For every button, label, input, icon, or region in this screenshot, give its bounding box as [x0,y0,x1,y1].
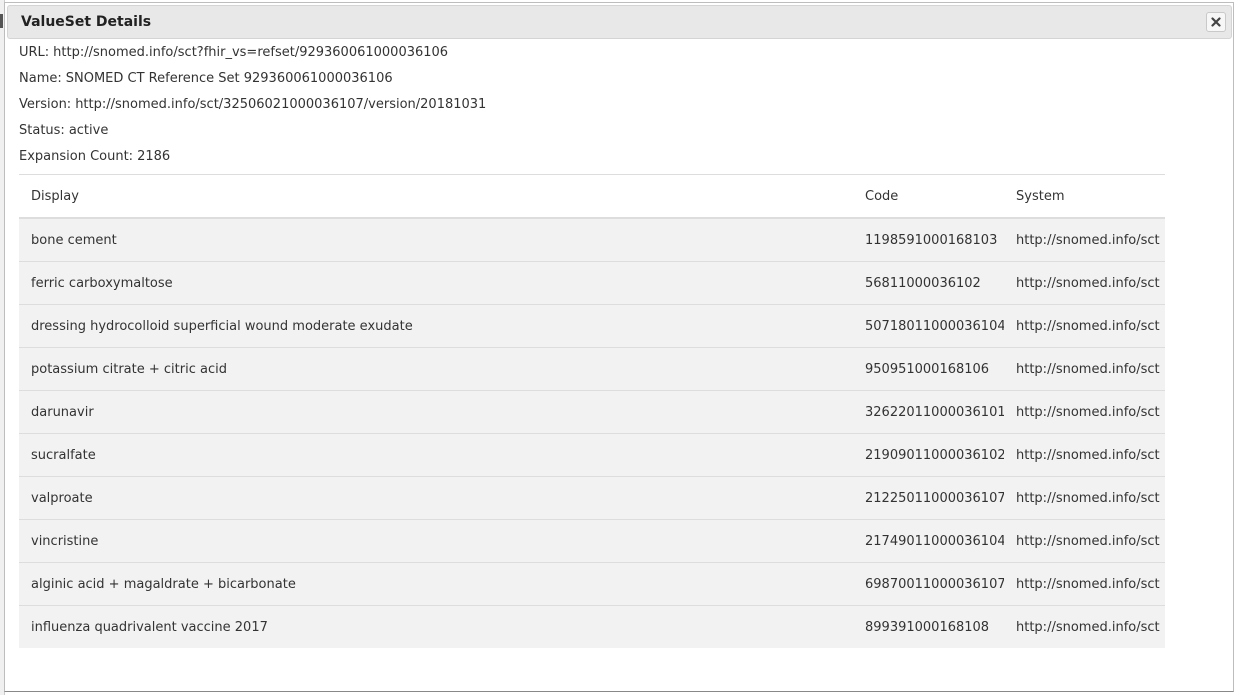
table-row[interactable]: bone cement 1198591000168103 http://snom… [19,218,1165,262]
cell-code: 950951000168106 [853,347,1004,391]
status-value: active [68,123,109,138]
cell-code: 50718011000036104 [853,304,1004,348]
cell-code: 21909011000036102 [853,433,1004,477]
cell-system: http://snomed.info/sct [1004,562,1165,606]
version-value: http://snomed.info/sct/32506021000036107… [75,97,487,112]
cell-code: 21749011000036104 [853,519,1004,563]
cell-display: influenza quadrivalent vaccine 2017 [19,605,853,648]
url-value: http://snomed.info/sct?fhir_vs=refset/92… [53,45,449,60]
name-value: SNOMED CT Reference Set 9293600610000361… [65,71,393,86]
meta-status: Status: active [19,123,108,138]
expansion-count-value: 2186 [137,149,171,164]
background-page-fragment [0,14,3,28]
cell-code: 56811000036102 [853,261,1004,305]
table-row[interactable]: darunavir 32622011000036101 http://snome… [19,390,1165,434]
table-row[interactable]: dressing hydrocolloid superficial wound … [19,304,1165,348]
cell-display: bone cement [19,218,853,262]
meta-expansion-count: Expansion Count: 2186 [19,149,170,164]
cell-display: potassium citrate + citric acid [19,347,853,391]
cell-display: valproate [19,476,853,520]
dialog-title: ValueSet Details [21,14,152,30]
table-row[interactable]: influenza quadrivalent vaccine 2017 8993… [19,605,1165,648]
cell-system: http://snomed.info/sct [1004,347,1165,391]
table-row[interactable]: sucralfate 21909011000036102 http://snom… [19,433,1165,477]
close-button[interactable] [1206,12,1226,32]
dialog-titlebar[interactable]: ValueSet Details [7,5,1232,39]
status-label: Status: [19,123,65,138]
version-label: Version: [19,97,72,112]
column-header-system[interactable]: System [1004,174,1165,219]
meta-url: URL: http://snomed.info/sct?fhir_vs=refse… [19,45,448,60]
cell-system: http://snomed.info/sct [1004,433,1165,477]
table-row[interactable]: alginic acid + magaldrate + bicarbonate … [19,562,1165,606]
name-label: Name: [19,71,62,86]
expansion-count-label: Expansion Count: [19,149,134,164]
cell-display: darunavir [19,390,853,434]
column-header-display[interactable]: Display [19,174,853,219]
cell-display: alginic acid + magaldrate + bicarbonate [19,562,853,606]
table-row[interactable]: ferric carboxymaltose 56811000036102 htt… [19,261,1165,305]
cell-system: http://snomed.info/sct [1004,476,1165,520]
cell-code: 1198591000168103 [853,218,1004,262]
cell-display: dressing hydrocolloid superficial wound … [19,304,853,348]
cell-display: vincristine [19,519,853,563]
cell-display: ferric carboxymaltose [19,261,853,305]
cell-system: http://snomed.info/sct [1004,390,1165,434]
meta-name: Name: SNOMED CT Reference Set 92936006100… [19,71,393,86]
expansion-table: Display Code System bone cement 11985910… [19,174,1165,648]
cell-code: 21225011000036107 [853,476,1004,520]
cell-code: 69870011000036107 [853,562,1004,606]
cell-system: http://snomed.info/sct [1004,261,1165,305]
cell-system: http://snomed.info/sct [1004,218,1165,262]
url-label: URL: [19,45,50,60]
table-row[interactable]: valproate 21225011000036107 http://snome… [19,476,1165,520]
table-row[interactable]: potassium citrate + citric acid 95095100… [19,347,1165,391]
expansion-table-container: Display Code System bone cement 11985910… [19,174,1165,648]
close-icon [1211,17,1221,27]
table-header-row: Display Code System [19,174,1165,219]
cell-system: http://snomed.info/sct [1004,304,1165,348]
cell-code: 899391000168108 [853,605,1004,648]
valueset-details-dialog: ValueSet Details URL: http://snomed.info/… [4,2,1234,692]
table-row[interactable]: vincristine 21749011000036104 http://sno… [19,519,1165,563]
cell-display: sucralfate [19,433,853,477]
meta-version: Version: http://snomed.info/sct/325060210… [19,97,486,112]
cell-system: http://snomed.info/sct [1004,519,1165,563]
cell-system: http://snomed.info/sct [1004,605,1165,648]
cell-code: 32622011000036101 [853,390,1004,434]
column-header-code[interactable]: Code [853,174,1004,219]
